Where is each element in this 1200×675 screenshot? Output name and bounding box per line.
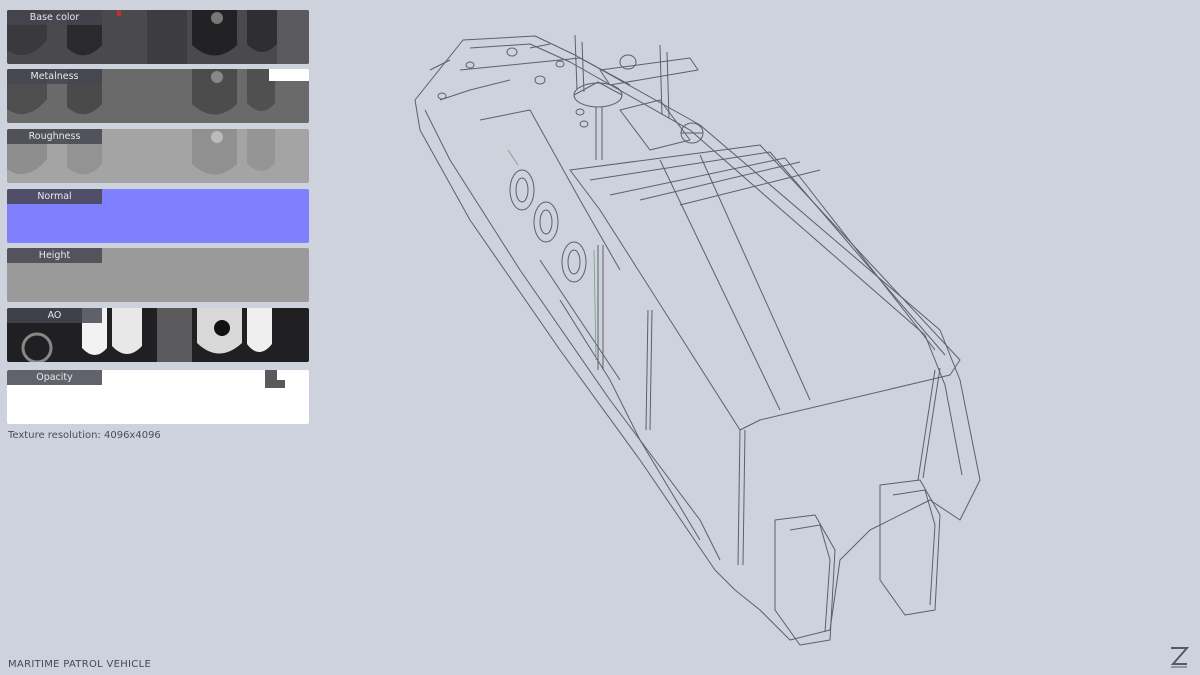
map-label: Metalness [7, 69, 102, 84]
texture-panel-roughness: Roughness [7, 129, 309, 183]
model-title: MARITIME PATROL VEHICLE [8, 659, 152, 670]
map-label: Opacity [7, 370, 102, 385]
map-label: Roughness [7, 129, 102, 144]
texture-panel-metalness: Metalness [7, 69, 309, 123]
map-label: Base color [7, 10, 102, 25]
texture-resolution: Texture resolution: 4096x4096 [8, 430, 161, 441]
z-logo-icon [1170, 647, 1190, 668]
boat-wireframe-model [414, 34, 981, 646]
texture-panel-opacity: Opacity [7, 370, 309, 424]
map-label: Height [7, 248, 102, 263]
map-label: AO [7, 308, 102, 323]
texture-panel-normal: Normal [7, 189, 309, 243]
texture-panel-base-color: Base color [7, 10, 309, 64]
texture-panel-ao: AO [7, 308, 309, 362]
texture-panel-height: Height [7, 248, 309, 302]
map-label: Normal [7, 189, 102, 204]
